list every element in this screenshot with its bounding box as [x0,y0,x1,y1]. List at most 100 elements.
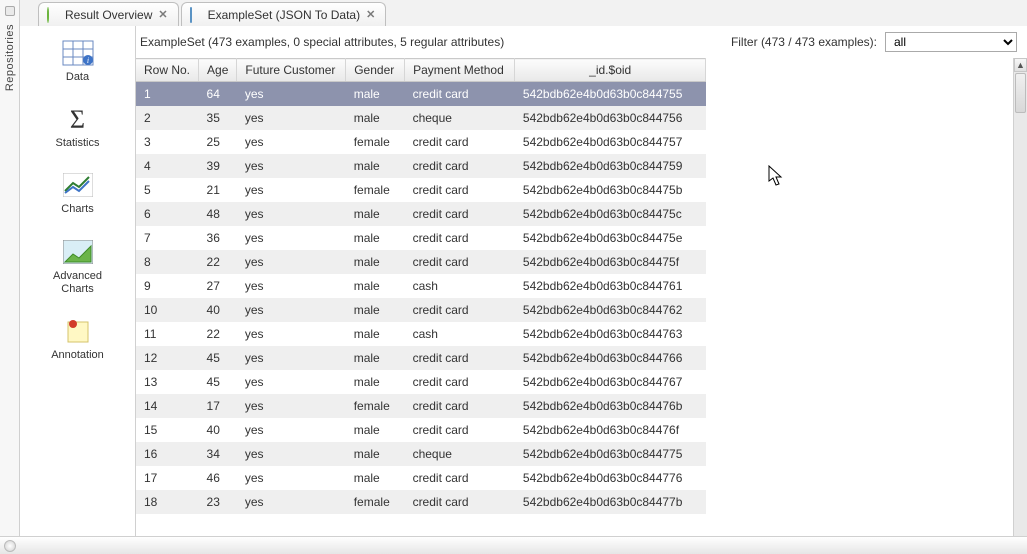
cell-gender: female [346,130,405,154]
cell-payment: credit card [405,346,515,370]
cell-oid: 542bdb62e4b0d63b0c84475e [515,226,706,250]
toolbar: ExampleSet (473 examples, 0 special attr… [136,26,1027,58]
cell-payment: credit card [405,394,515,418]
table-row[interactable]: 164yesmalecredit card542bdb62e4b0d63b0c8… [136,82,706,106]
table-row[interactable]: 1245yesmalecredit card542bdb62e4b0d63b0c… [136,346,706,370]
table-row[interactable]: 1345yesmalecredit card542bdb62e4b0d63b0c… [136,370,706,394]
cell-future: yes [237,130,346,154]
cell-age: 27 [199,274,237,298]
sidebar-item-label: Statistics [55,137,99,150]
cell-payment: credit card [405,130,515,154]
result-icon [47,8,61,22]
cell-future: yes [237,490,346,514]
cell-gender: male [346,466,405,490]
cell-rowno: 9 [136,274,199,298]
tabstrip: Result Overview ✕ ExampleSet (JSON To Da… [20,0,1027,26]
sidebar-item-label: AdvancedCharts [53,270,102,296]
cell-gender: male [346,202,405,226]
cell-gender: male [346,154,405,178]
status-bar [0,536,1027,554]
cell-age: 23 [199,490,237,514]
cell-age: 64 [199,82,237,106]
cell-gender: male [346,442,405,466]
scroll-thumb[interactable] [1015,73,1026,113]
cell-oid: 542bdb62e4b0d63b0c844756 [515,106,706,130]
table-row[interactable]: 1746yesmalecredit card542bdb62e4b0d63b0c… [136,466,706,490]
cell-gender: male [346,226,405,250]
sidebar-item-annotation[interactable]: Annotation [20,312,135,368]
cell-age: 22 [199,250,237,274]
cell-age: 34 [199,442,237,466]
cell-future: yes [237,370,346,394]
table-icon: i [60,38,96,68]
cell-rowno: 4 [136,154,199,178]
cell-gender: female [346,178,405,202]
cell-payment: credit card [405,178,515,202]
cell-payment: credit card [405,298,515,322]
cell-payment: credit card [405,370,515,394]
sidebar-item-advanced-charts[interactable]: AdvancedCharts [20,233,135,302]
table-row[interactable]: 1040yesmalecredit card542bdb62e4b0d63b0c… [136,298,706,322]
col-rowno[interactable]: Row No. [136,59,199,82]
tab-result-overview[interactable]: Result Overview ✕ [38,2,179,26]
table-row[interactable]: 439yesmalecredit card542bdb62e4b0d63b0c8… [136,154,706,178]
col-future[interactable]: Future Customer [237,59,346,82]
chart-icon [60,170,96,200]
close-icon[interactable]: ✕ [158,8,167,21]
table-row[interactable]: 1823yesfemalecredit card542bdb62e4b0d63b… [136,490,706,514]
cell-age: 21 [199,178,237,202]
cell-age: 40 [199,418,237,442]
table-row[interactable]: 1634yesmalecheque542bdb62e4b0d63b0c84477… [136,442,706,466]
cell-future: yes [237,442,346,466]
data-table: Row No. Age Future Customer Gender Payme… [136,58,706,514]
cell-age: 36 [199,226,237,250]
table-row[interactable]: 235yesmalecheque542bdb62e4b0d63b0c844756 [136,106,706,130]
advanced-chart-icon [60,237,96,267]
table-row[interactable]: 1417yesfemalecredit card542bdb62e4b0d63b… [136,394,706,418]
filter-label: Filter (473 / 473 examples): [731,35,877,49]
table-row[interactable]: 736yesmalecredit card542bdb62e4b0d63b0c8… [136,226,706,250]
col-oid[interactable]: _id.$oid [515,59,706,82]
table-row[interactable]: 521yesfemalecredit card542bdb62e4b0d63b0… [136,178,706,202]
table-row[interactable]: 1540yesmalecredit card542bdb62e4b0d63b0c… [136,418,706,442]
cell-payment: cash [405,322,515,346]
cell-rowno: 1 [136,82,199,106]
cell-age: 46 [199,466,237,490]
cell-payment: credit card [405,490,515,514]
table-row[interactable]: 927yesmalecash542bdb62e4b0d63b0c844761 [136,274,706,298]
table-row[interactable]: 822yesmalecredit card542bdb62e4b0d63b0c8… [136,250,706,274]
sidebar-item-data[interactable]: i Data [20,34,135,90]
cell-future: yes [237,178,346,202]
repositories-icon [5,6,15,16]
cell-oid: 542bdb62e4b0d63b0c844759 [515,154,706,178]
sidebar-item-charts[interactable]: Charts [20,166,135,222]
cell-payment: credit card [405,226,515,250]
cell-payment: credit card [405,82,515,106]
sidebar-item-statistics[interactable]: Σ Statistics [20,100,135,156]
annotation-icon [60,316,96,346]
table-row[interactable]: 1122yesmalecash542bdb62e4b0d63b0c844763 [136,322,706,346]
cell-future: yes [237,250,346,274]
content-area: ExampleSet (473 examples, 0 special attr… [136,26,1027,554]
cell-gender: male [346,322,405,346]
col-gender[interactable]: Gender [346,59,405,82]
scroll-up-arrow-icon[interactable]: ▲ [1014,58,1027,72]
cell-rowno: 10 [136,298,199,322]
cell-age: 45 [199,346,237,370]
tab-exampleset[interactable]: ExampleSet (JSON To Data) ✕ [181,2,387,26]
vertical-scrollbar[interactable]: ▲ ▼ [1013,58,1027,554]
sidebar-item-label: Charts [61,203,93,216]
table-row[interactable]: 648yesmalecredit card542bdb62e4b0d63b0c8… [136,202,706,226]
cell-rowno: 2 [136,106,199,130]
cell-rowno: 16 [136,442,199,466]
col-age[interactable]: Age [199,59,237,82]
table-row[interactable]: 325yesfemalecredit card542bdb62e4b0d63b0… [136,130,706,154]
filter-select[interactable]: all [885,32,1017,52]
cell-rowno: 18 [136,490,199,514]
close-icon[interactable]: ✕ [366,8,375,21]
cell-oid: 542bdb62e4b0d63b0c84475c [515,202,706,226]
col-payment[interactable]: Payment Method [405,59,515,82]
cell-oid: 542bdb62e4b0d63b0c844761 [515,274,706,298]
cell-future: yes [237,298,346,322]
repositories-rail[interactable]: Repositories [0,0,20,554]
